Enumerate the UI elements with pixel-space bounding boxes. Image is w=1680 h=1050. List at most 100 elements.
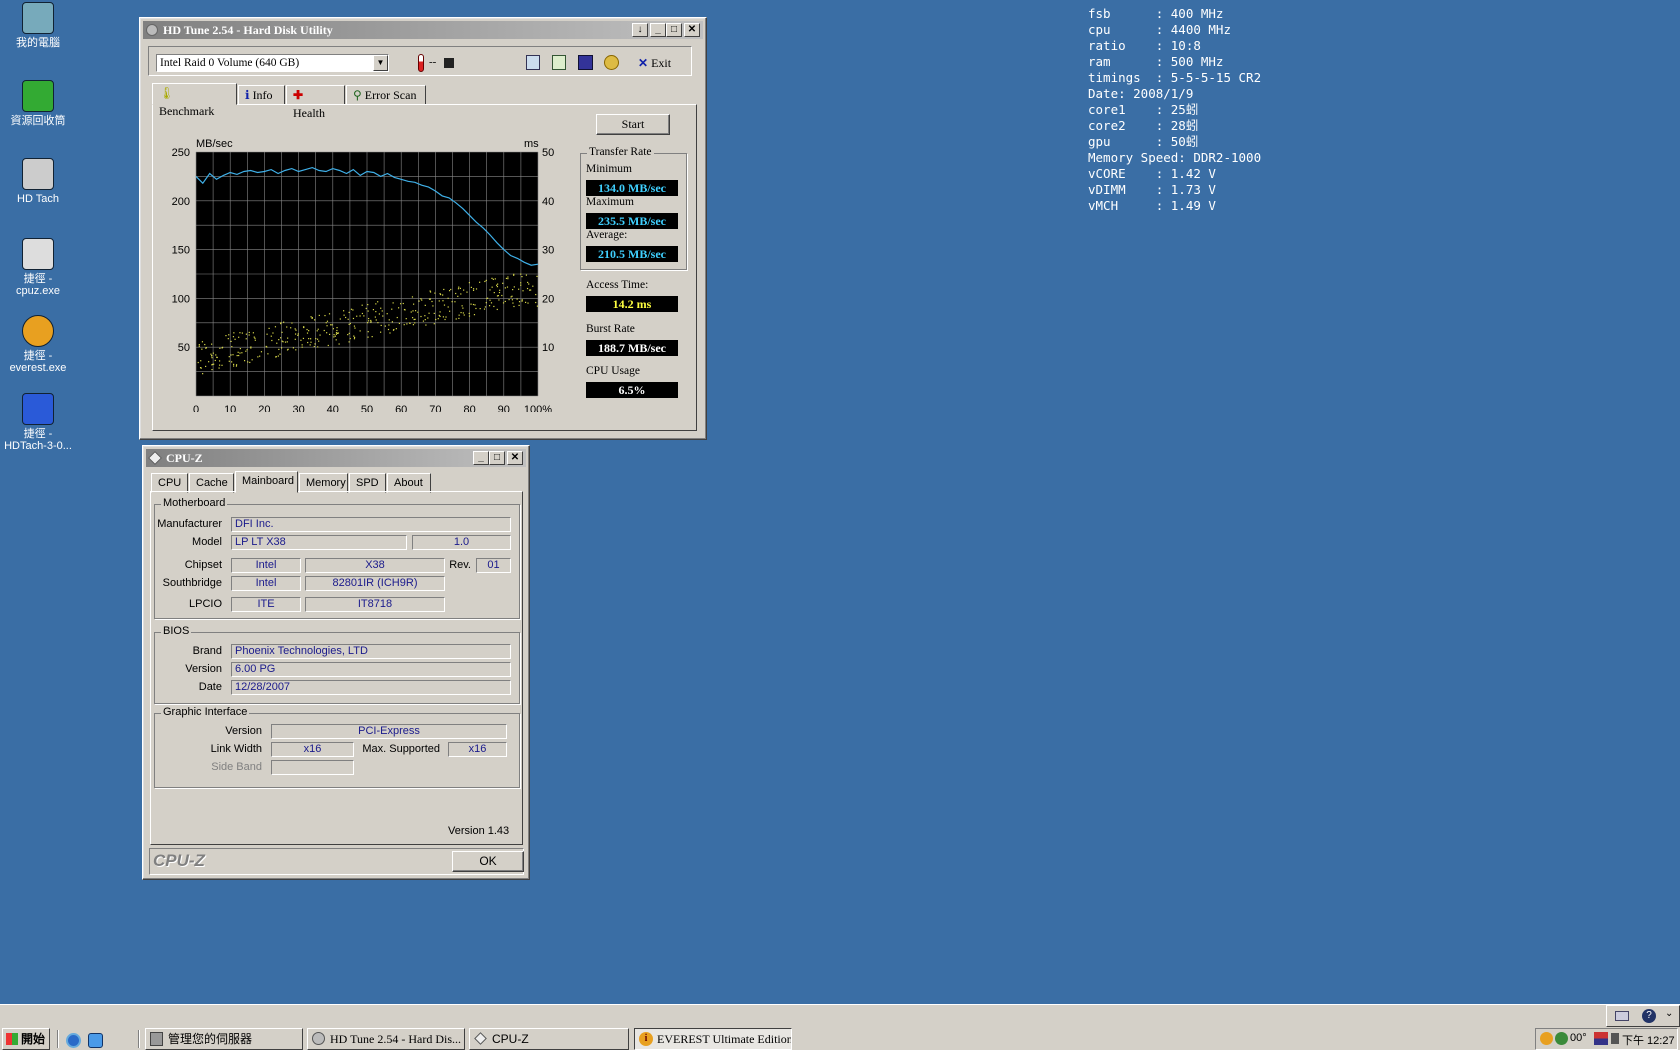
y-tick-label-right: 50 [542, 147, 554, 159]
server-manager-icon [150, 1032, 163, 1046]
chevron-down-icon[interactable]: ▼ [373, 55, 388, 71]
start-button[interactable]: Start [596, 114, 670, 135]
help-icon[interactable]: ? [1642, 1009, 1656, 1023]
side-band-field [271, 760, 354, 775]
cpuz-maximize-button[interactable]: □ [489, 451, 505, 465]
exit-button[interactable]: ✕ Exit [638, 54, 684, 72]
hdtune-down-button[interactable]: ↓ [632, 23, 648, 37]
tab-health[interactable]: ✚ Health [286, 85, 345, 120]
access-time-point [433, 323, 435, 325]
keyboard-icon[interactable] [1615, 1011, 1629, 1021]
tab-mainboard[interactable]: Mainboard [235, 471, 298, 493]
desktop-icon-hdtach3-shortcut[interactable]: 捷徑 - HDTach-3-0... [0, 393, 76, 452]
tab-cache[interactable]: Cache [189, 473, 234, 493]
access-time-point [536, 275, 538, 278]
speaker-tray-icon[interactable] [1611, 1033, 1619, 1044]
access-time-point [201, 348, 203, 350]
taskbar-hdtune[interactable]: HD Tune 2.54 - Hard Dis... [307, 1028, 465, 1050]
access-time-point [375, 311, 377, 313]
tab-spd[interactable]: SPD [349, 473, 386, 493]
access-time-point [439, 315, 441, 318]
access-time-point [447, 306, 449, 308]
graphic-interface-label: Graphic Interface [161, 706, 250, 718]
access-time-point [245, 338, 247, 340]
access-time-point [336, 329, 338, 332]
ok-button[interactable]: OK [452, 851, 524, 872]
access-time-point [327, 344, 329, 347]
everest-tray-icon[interactable] [1540, 1032, 1553, 1045]
taskbar-server-manager[interactable]: 管理您的伺服器 [145, 1028, 303, 1050]
access-time-point [239, 352, 241, 354]
tab-cpu[interactable]: CPU [151, 473, 188, 493]
access-time-point [420, 298, 422, 300]
temp-unit-icon [444, 58, 454, 68]
tray-clock[interactable]: 下午 12:27 [1622, 1032, 1675, 1048]
bios-brand-field: Phoenix Technologies, LTD [231, 644, 511, 659]
tab-benchmark[interactable]: 🌡 Benchmark [152, 83, 237, 118]
cpuz-minimize-button[interactable]: _ [473, 451, 489, 465]
start-button[interactable]: 開始 [2, 1028, 50, 1050]
copy-image-icon[interactable] [552, 55, 566, 70]
cpuz-close-button[interactable]: ✕ [507, 451, 523, 465]
hdtach-icon [22, 158, 54, 190]
access-time-point [413, 303, 415, 305]
access-time-point [493, 292, 495, 294]
tab-error-scan[interactable]: ⚲ Error Scan [346, 85, 426, 105]
hdtune-close-button[interactable]: ✕ [684, 23, 700, 37]
maximum-value: 235.5 MB/sec [586, 213, 678, 229]
hdtune-minimize-button[interactable]: _ [650, 23, 666, 37]
hdtune-maximize-button[interactable]: □ [666, 23, 682, 37]
tab-about[interactable]: About [387, 473, 431, 493]
access-time-point [402, 302, 404, 305]
hdtune-titlebar[interactable]: HD Tune 2.54 - Hard Disk Utility [143, 21, 703, 39]
copy-text-icon[interactable] [526, 55, 540, 70]
rev-label: Rev. [449, 559, 471, 571]
options-icon[interactable] [604, 55, 619, 70]
access-time-point [437, 318, 439, 320]
ie-icon[interactable] [66, 1033, 81, 1048]
desktop-icon-cpuz-shortcut[interactable]: 捷徑 - cpuz.exe [0, 238, 76, 297]
info-icon: ℹ [245, 88, 250, 102]
options-arrow-icon[interactable]: ⌄ [1665, 1008, 1673, 1019]
access-time-point [472, 288, 475, 290]
access-time-point [274, 326, 277, 328]
cpuz-titlebar[interactable]: CPU-Z [146, 449, 526, 467]
access-time-point [485, 279, 487, 282]
drive-select[interactable]: Intel Raid 0 Volume (640 GB) ▼ [156, 54, 389, 72]
benchmark-chart: 2502001501005050403020100 10 20 30 40 50 60 70 8… [172, 138, 554, 412]
access-time-point [489, 289, 491, 291]
access-time-point [200, 360, 202, 362]
save-icon[interactable] [578, 55, 593, 70]
access-time-point [218, 360, 221, 362]
desktop-icon-label: 資源回收筒 [10, 115, 66, 127]
access-time-point [413, 318, 415, 321]
access-time-point [455, 292, 457, 295]
taskbar-cpuz[interactable]: CPU-Z [469, 1028, 629, 1050]
osd-line: ratio : 10:8 [1088, 38, 1201, 53]
access-time-point [398, 322, 401, 325]
access-time-point [218, 367, 220, 369]
desktop-icon[interactable] [88, 1033, 103, 1048]
network-tray-icon[interactable] [1555, 1032, 1568, 1045]
tab-info[interactable]: ℹ Info [238, 85, 285, 105]
model-label: Model [192, 536, 222, 548]
desktop-icon-hdtach[interactable]: HD Tach [0, 158, 76, 205]
access-time-point [458, 314, 460, 316]
taskbar-everest[interactable]: i EVEREST Ultimate Edition [634, 1028, 792, 1050]
access-time-point [218, 364, 221, 366]
flag-tray-icon[interactable] [1594, 1032, 1608, 1045]
tab-memory[interactable]: Memory [299, 473, 348, 493]
desktop-icon-label: 捷徑 - everest.exe [9, 350, 67, 374]
desktop-icon-everest-shortcut[interactable]: 捷徑 - everest.exe [0, 315, 76, 374]
access-time-point [326, 325, 328, 327]
access-time-point [356, 315, 358, 317]
desktop-icon-my-computer[interactable]: 我的電腦 [0, 2, 76, 49]
tray-top-bar: ? ⌄ [1606, 1005, 1680, 1027]
thermometer-icon [418, 54, 424, 72]
access-time-point [415, 310, 417, 312]
access-time-point [458, 286, 460, 288]
access-time-point [350, 308, 353, 310]
desktop-icon-recycle-bin[interactable]: 資源回收筒 [0, 80, 76, 127]
access-time-point [486, 297, 488, 300]
access-time-point [268, 327, 270, 330]
